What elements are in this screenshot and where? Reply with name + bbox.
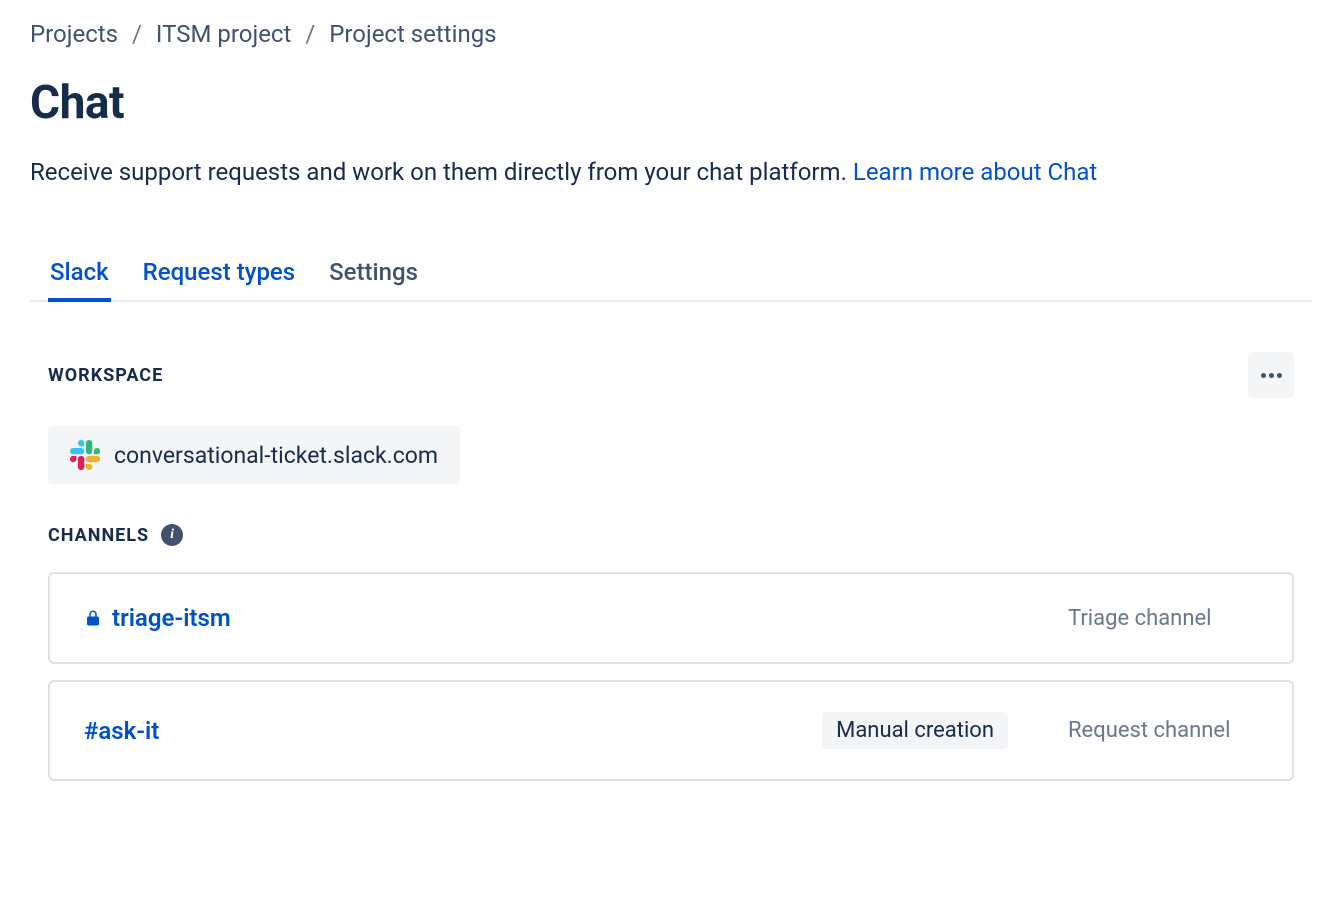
lock-icon <box>84 609 102 627</box>
workspace-section-label: WORKSPACE <box>48 365 163 386</box>
channels-header: CHANNELS i <box>30 524 1312 546</box>
workspace-header-row: WORKSPACE <box>30 352 1312 398</box>
tab-settings[interactable]: Settings <box>327 250 420 302</box>
workspace-url: conversational-ticket.slack.com <box>114 442 438 469</box>
more-actions-button[interactable] <box>1248 352 1294 398</box>
more-icon <box>1261 373 1282 378</box>
channel-card-triage[interactable]: triage-itsm Triage channel <box>48 572 1294 664</box>
workspace-chip[interactable]: conversational-ticket.slack.com <box>48 426 460 484</box>
breadcrumb: Projects / ITSM project / Project settin… <box>30 20 1312 48</box>
channel-name: triage-itsm <box>112 604 231 632</box>
channel-left: triage-itsm <box>84 604 231 632</box>
channel-list: triage-itsm Triage channel #ask-it Manua… <box>30 572 1312 781</box>
channel-left: #ask-it <box>84 717 159 745</box>
description-text: Receive support requests and work on the… <box>30 158 853 186</box>
page-title: Chat <box>30 76 1312 130</box>
breadcrumb-itsm-project[interactable]: ITSM project <box>156 20 291 48</box>
channels-section-label: CHANNELS <box>48 525 149 546</box>
breadcrumb-project-settings[interactable]: Project settings <box>329 20 496 48</box>
channel-type-label: Request channel <box>1068 718 1258 743</box>
breadcrumb-separator: / <box>132 20 142 48</box>
tab-slack[interactable]: Slack <box>48 250 111 302</box>
page-description: Receive support requests and work on the… <box>30 154 1270 190</box>
learn-more-link[interactable]: Learn more about Chat <box>853 158 1097 186</box>
channel-card-ask-it[interactable]: #ask-it Manual creation Request channel <box>48 680 1294 781</box>
tab-request-types[interactable]: Request types <box>141 250 298 302</box>
breadcrumb-separator: / <box>305 20 315 48</box>
tabs-container: Slack Request types Settings <box>30 250 1312 302</box>
breadcrumb-projects[interactable]: Projects <box>30 20 118 48</box>
channel-type-label: Triage channel <box>1068 606 1258 631</box>
slack-icon <box>70 440 100 470</box>
manual-creation-badge: Manual creation <box>822 712 1008 749</box>
channel-name: #ask-it <box>84 717 159 745</box>
channel-right: Triage channel <box>1068 606 1258 631</box>
channel-right: Manual creation Request channel <box>822 712 1258 749</box>
info-icon[interactable]: i <box>161 524 183 546</box>
